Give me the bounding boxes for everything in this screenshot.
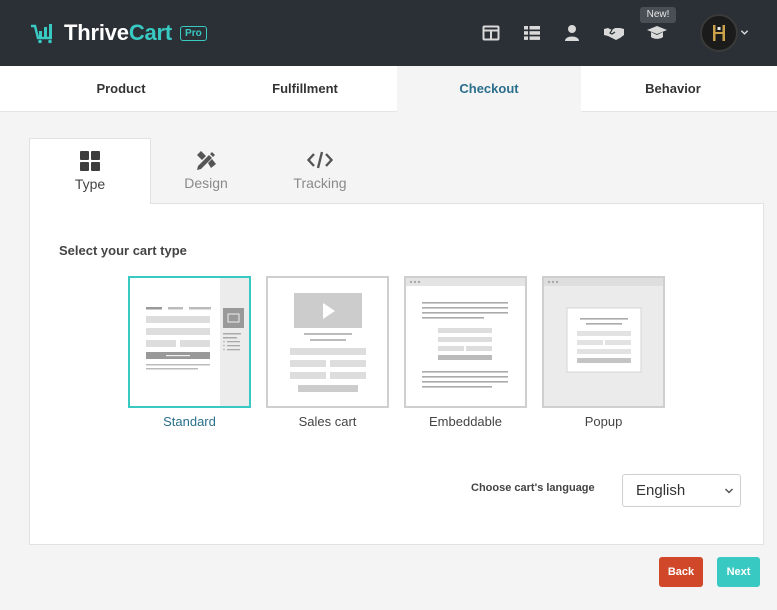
tab-behavior[interactable]: Behavior <box>581 66 765 112</box>
layout-icon[interactable] <box>482 24 500 42</box>
subtab-design-label: Design <box>184 175 228 191</box>
tab-product[interactable]: Product <box>29 66 213 112</box>
subtab-type[interactable]: Type <box>29 138 151 204</box>
design-tools-icon <box>197 151 216 170</box>
sales-cart-illustration <box>290 293 366 392</box>
list-icon[interactable] <box>523 24 541 42</box>
subtab-tracking[interactable]: Tracking <box>270 138 370 204</box>
cart-option-sales-cart-label[interactable]: Sales cart <box>266 414 389 429</box>
cart-option-popup[interactable] <box>542 276 665 408</box>
tab-checkout[interactable]: Checkout <box>397 66 581 112</box>
thrivecart-logo[interactable]: ThriveCart Pro <box>30 20 207 46</box>
grid-icon <box>80 151 100 171</box>
code-icon <box>307 151 333 169</box>
cart-option-embeddable-label[interactable]: Embeddable <box>404 414 527 429</box>
back-button[interactable]: Back <box>659 557 703 587</box>
next-button[interactable]: Next <box>717 557 760 587</box>
main-tabs: Product Fulfillment Checkout Behavior <box>0 66 777 112</box>
standard-cart-illustration <box>146 278 249 406</box>
cart-option-standard[interactable] <box>128 276 251 408</box>
embeddable-cart-illustration <box>406 278 525 388</box>
language-label: Choose cart's language <box>471 482 595 494</box>
user-icon[interactable] <box>563 24 581 42</box>
subtab-design[interactable]: Design <box>156 138 256 204</box>
chevron-down-icon[interactable] <box>740 28 749 37</box>
cart-option-sales-cart[interactable] <box>266 276 389 408</box>
cart-option-embeddable[interactable] <box>404 276 527 408</box>
popup-cart-illustration <box>544 278 663 406</box>
new-badge: New! <box>640 7 676 23</box>
brand-name: ThriveCart <box>64 20 173 45</box>
language-value: English <box>636 482 686 499</box>
cart-logo-icon <box>31 24 52 44</box>
chevron-down-icon <box>724 488 734 494</box>
top-bar: ThriveCart Pro New! <box>0 0 777 66</box>
handshake-icon[interactable] <box>603 24 625 42</box>
cart-type-heading: Select your cart type <box>59 243 187 258</box>
graduation-cap-icon[interactable] <box>646 24 668 42</box>
tab-fulfillment[interactable]: Fulfillment <box>213 66 397 112</box>
subtab-tracking-label: Tracking <box>293 175 347 191</box>
cart-option-standard-label[interactable]: Standard <box>128 414 251 429</box>
subtab-type-label: Type <box>74 176 106 192</box>
avatar-monogram-icon <box>713 25 725 41</box>
pro-badge: Pro <box>180 25 207 41</box>
avatar[interactable] <box>700 14 738 52</box>
cart-option-popup-label[interactable]: Popup <box>542 414 665 429</box>
language-select[interactable]: English <box>622 474 741 507</box>
